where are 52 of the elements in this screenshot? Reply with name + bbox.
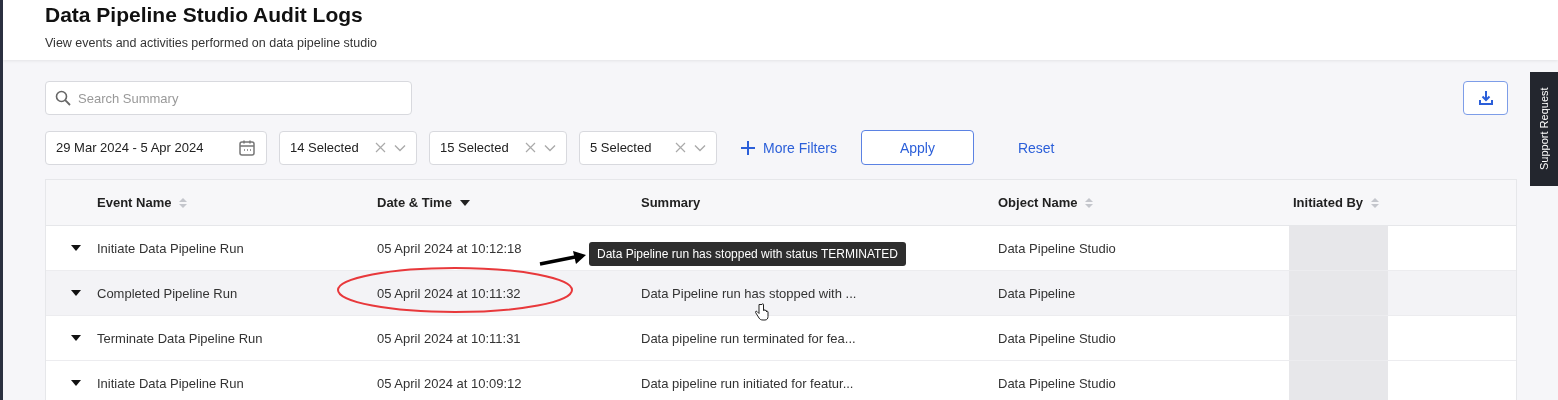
- apply-button[interactable]: Apply: [860, 130, 974, 165]
- table-cell: Completed Pipeline Run: [97, 285, 238, 301]
- download-button[interactable]: [1463, 81, 1508, 115]
- table-cell: Initiate Data Pipeline Run: [97, 375, 244, 391]
- calendar-icon: [238, 138, 256, 157]
- filter-dropdown[interactable]: 5 Selected: [579, 130, 717, 165]
- column-header[interactable]: Event Name: [97, 195, 188, 210]
- page-title: Data Pipeline Studio Audit Logs: [45, 2, 364, 28]
- table-cell: 05 April 2024 at 10:09:12: [377, 375, 522, 391]
- filter-dropdown[interactable]: 15 Selected: [429, 130, 567, 165]
- sort-icon: [1085, 196, 1094, 209]
- page-subtitle: View events and activities performed on data pipeline studio: [45, 36, 378, 50]
- expand-caret-icon[interactable]: [70, 245, 81, 251]
- search-field[interactable]: Search Summary: [45, 81, 412, 115]
- table-cell: 05 April 2024 at 10:11:31: [377, 330, 521, 346]
- plus-icon: [741, 140, 755, 155]
- download-icon: [1477, 90, 1494, 106]
- table-cell: Terminate Data Pipeline Run: [97, 330, 263, 346]
- chevron-down-icon: [694, 143, 706, 152]
- expand-caret-icon[interactable]: [70, 380, 81, 386]
- support-request-tab[interactable]: Support Request: [1530, 72, 1558, 186]
- table-row[interactable]: Completed Pipeline Run 05 April 2024 at 10:11:32 Data Pipeline run has stopped with ... Data Pipeline: [46, 271, 1516, 316]
- chevron-down-icon: [394, 143, 406, 152]
- annotation-arrow: [539, 251, 587, 267]
- sort-icon: [179, 196, 188, 209]
- sort-icon: [1371, 196, 1380, 209]
- table-cell: Initiate Data Pipeline Run: [97, 240, 244, 256]
- table-cell: Data Pipeline Studio: [998, 240, 1116, 256]
- table-cell: 05 April 2024 at 10:12:18: [377, 240, 522, 256]
- search-icon: [55, 90, 71, 106]
- more-filters-button[interactable]: More Filters: [735, 139, 843, 156]
- column-header[interactable]: Initiated By: [1293, 195, 1380, 210]
- table-cell: Data Pipeline Studio: [998, 330, 1116, 346]
- column-header[interactable]: Date & Time: [377, 195, 470, 210]
- table-cell: Data Pipeline run has stopped with ...: [641, 285, 857, 301]
- hand-cursor-icon: [755, 303, 769, 321]
- table-row[interactable]: Terminate Data Pipeline Run 05 April 2024 at 10:11:31 Data pipeline run terminated for fea... Data Pipeline Studio: [46, 316, 1516, 361]
- column-header[interactable]: Summary: [641, 195, 701, 210]
- table-cell: Data Pipeline Studio: [998, 375, 1116, 391]
- column-header[interactable]: Object Name: [998, 195, 1094, 210]
- tooltip: Data Pipeline run has stopped with status TERMINATED: [589, 242, 907, 266]
- date-range-field[interactable]: 29 Mar 2024 - 5 Apr 2024: [45, 130, 267, 165]
- expand-caret-icon[interactable]: [70, 335, 81, 341]
- table-cell: Data pipeline run initiated for featur...: [641, 375, 854, 391]
- sort-descending-icon: [459, 199, 470, 206]
- reset-link[interactable]: Reset: [1017, 139, 1055, 156]
- expand-caret-icon[interactable]: [70, 290, 81, 296]
- table-cell: 05 April 2024 at 10:11:32: [377, 285, 521, 301]
- table-cell: Data pipeline run terminated for fea...: [641, 330, 856, 346]
- chevron-down-icon: [544, 143, 556, 152]
- filter-dropdown[interactable]: 14 Selected: [279, 130, 417, 165]
- table-cell: Data Pipeline: [998, 285, 1076, 301]
